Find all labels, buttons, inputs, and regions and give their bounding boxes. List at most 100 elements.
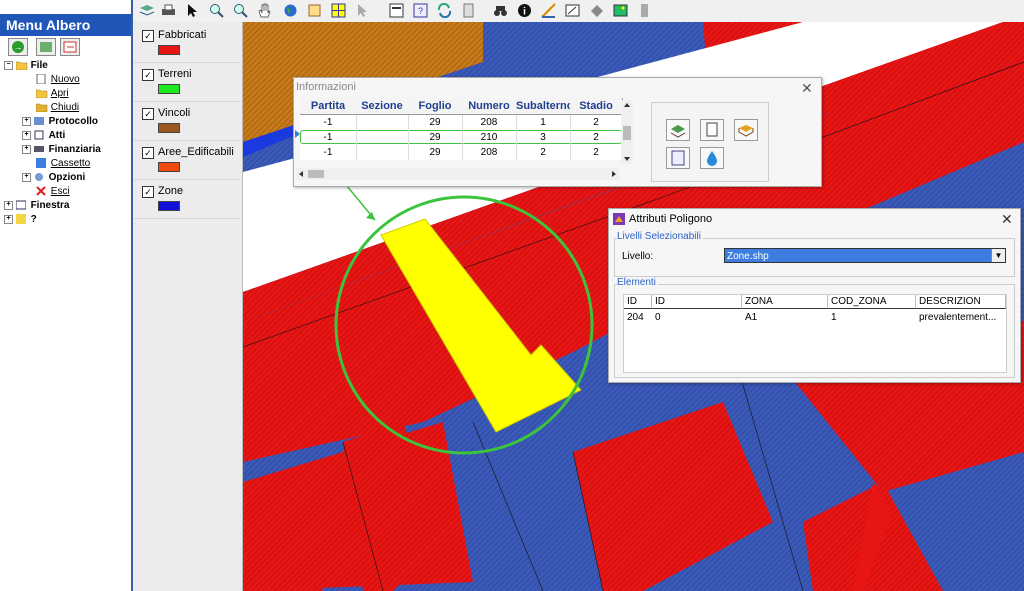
table-cell[interactable]: 208 xyxy=(462,115,517,130)
table-cell[interactable]: 2 xyxy=(516,145,571,160)
horizontal-scrollbar[interactable] xyxy=(296,168,619,180)
expand-icon[interactable]: + xyxy=(22,116,31,126)
column-header[interactable]: Sezione xyxy=(356,98,409,115)
table-cell[interactable]: 29 xyxy=(408,130,463,145)
tree-item-finestra[interactable]: + Finestra xyxy=(4,199,69,213)
zoom-out-icon[interactable] xyxy=(233,3,248,18)
layer-checkbox[interactable]: ✓ xyxy=(142,186,154,198)
table-cell[interactable]: -1 xyxy=(300,145,357,160)
vertical-scrollbar[interactable] xyxy=(621,100,633,164)
select-arrow-icon[interactable] xyxy=(355,3,370,18)
expand-icon[interactable]: + xyxy=(4,214,13,224)
pointer-icon[interactable] xyxy=(185,3,200,18)
info-icon[interactable]: i xyxy=(517,3,532,18)
table-cell[interactable]: 3 xyxy=(516,130,571,145)
image-icon[interactable] xyxy=(613,3,628,18)
page-icon[interactable] xyxy=(461,3,476,18)
tree-item-opzioni[interactable]: + Opzioni xyxy=(22,171,85,185)
close-icon[interactable]: ✕ xyxy=(1001,211,1013,228)
shape-icon[interactable] xyxy=(589,3,604,18)
livello-select[interactable]: Zone.shp ▼ xyxy=(724,248,1006,263)
layer-aree-edificabili[interactable]: ✓ Aree_Edificabili xyxy=(134,141,240,180)
layer-checkbox[interactable]: ✓ xyxy=(142,69,154,81)
properties-icon[interactable] xyxy=(389,3,404,18)
table-cell[interactable]: A1 xyxy=(742,311,829,325)
tree-item-chiudi[interactable]: Chiudi xyxy=(35,101,79,115)
table-cell[interactable]: 2 xyxy=(570,115,623,130)
query-icon[interactable]: ? xyxy=(413,3,428,18)
column-header[interactable]: Numero xyxy=(462,98,517,115)
layers-stack-icon[interactable] xyxy=(666,119,690,141)
column-header[interactable]: Partita xyxy=(300,98,357,115)
expand-icon[interactable]: + xyxy=(22,130,31,140)
layer-checkbox[interactable]: ✓ xyxy=(142,147,154,159)
table-cell[interactable]: 1 xyxy=(516,115,571,130)
tree-item-file[interactable]: − File xyxy=(4,59,48,73)
refresh-icon[interactable] xyxy=(437,3,452,18)
column-header[interactable]: Stadio xyxy=(570,98,623,115)
layer-zone[interactable]: ✓ Zone xyxy=(134,180,240,219)
identify-icon[interactable] xyxy=(307,3,322,18)
measure-icon[interactable] xyxy=(541,3,556,18)
report-icon[interactable] xyxy=(666,147,690,169)
column-header[interactable]: DESCRIZION xyxy=(916,295,1006,309)
table-cell[interactable]: 204 xyxy=(624,311,653,325)
close-icon[interactable]: ✕ xyxy=(801,80,813,97)
expand-icon[interactable]: + xyxy=(4,200,13,210)
tree-item-apri[interactable]: Apri xyxy=(35,87,69,101)
layer-color-swatch xyxy=(158,84,180,94)
layer-fabbricati[interactable]: ✓ Fabbricati xyxy=(134,24,240,63)
column-header[interactable]: ZONA xyxy=(742,295,828,309)
layer-terreni[interactable]: ✓ Terreni xyxy=(134,63,240,102)
layer-checkbox[interactable]: ✓ xyxy=(142,30,154,42)
binoculars-icon[interactable] xyxy=(493,3,508,18)
disabled-tool-icon[interactable] xyxy=(637,3,652,18)
column-header[interactable]: ID xyxy=(624,295,652,309)
expand-icon[interactable]: + xyxy=(22,172,31,182)
globe-icon[interactable] xyxy=(283,3,298,18)
table-cell[interactable]: 1 xyxy=(828,311,917,325)
tree-item-cassetto[interactable]: Cassetto xyxy=(36,157,90,171)
column-header[interactable]: Foglio xyxy=(408,98,463,115)
tree-item-esci[interactable]: Esci xyxy=(36,185,70,199)
table-cell[interactable]: 208 xyxy=(462,145,517,160)
table-cell[interactable] xyxy=(356,115,409,130)
window-title: Informazioni xyxy=(296,81,356,93)
pan-hand-icon[interactable] xyxy=(257,3,272,18)
table-cell[interactable]: 210 xyxy=(462,130,517,145)
table-cell[interactable] xyxy=(356,145,409,160)
table-cell[interactable]: 29 xyxy=(408,145,463,160)
tree-item-protocollo[interactable]: + Protocollo xyxy=(22,115,98,129)
select-feature-icon[interactable] xyxy=(331,3,346,18)
tree-item-help[interactable]: + ? xyxy=(4,213,37,227)
column-header[interactable]: COD_ZONA xyxy=(828,295,916,309)
collapse-tree-icon[interactable] xyxy=(60,38,80,56)
tree-item-atti[interactable]: + Atti xyxy=(22,129,65,143)
expand-icon[interactable]: + xyxy=(22,144,31,154)
table-cell[interactable] xyxy=(356,130,409,145)
tree-item-finanziaria[interactable]: + Finanziaria xyxy=(22,143,101,157)
edit-icon[interactable] xyxy=(565,3,580,18)
table-cell[interactable]: -1 xyxy=(300,115,357,130)
layer-vincoli[interactable]: ✓ Vincoli xyxy=(134,102,240,141)
zoom-in-icon[interactable] xyxy=(209,3,224,18)
chevron-down-icon[interactable]: ▼ xyxy=(991,249,1005,262)
table-cell[interactable]: 2 xyxy=(570,145,623,160)
layer-checkbox[interactable]: ✓ xyxy=(142,108,154,120)
book-icon[interactable] xyxy=(734,119,758,141)
layers-icon[interactable] xyxy=(139,3,154,18)
expand-tree-icon[interactable] xyxy=(36,38,56,56)
table-cell[interactable]: 2 xyxy=(570,130,623,145)
tree-item-nuovo[interactable]: Nuovo xyxy=(36,73,80,87)
document-icon[interactable] xyxy=(700,119,724,141)
table-cell[interactable]: -1 xyxy=(300,130,357,145)
add-icon[interactable]: → xyxy=(8,38,28,56)
print-icon[interactable] xyxy=(161,3,176,18)
water-drop-icon[interactable] xyxy=(700,147,724,169)
table-cell[interactable]: 0 xyxy=(652,311,743,325)
column-header[interactable]: Subalterno xyxy=(516,98,571,115)
table-cell[interactable]: prevalentement... xyxy=(916,311,1007,325)
table-cell[interactable]: 29 xyxy=(408,115,463,130)
collapse-icon[interactable]: − xyxy=(4,60,13,70)
column-header[interactable]: ID xyxy=(652,295,742,309)
